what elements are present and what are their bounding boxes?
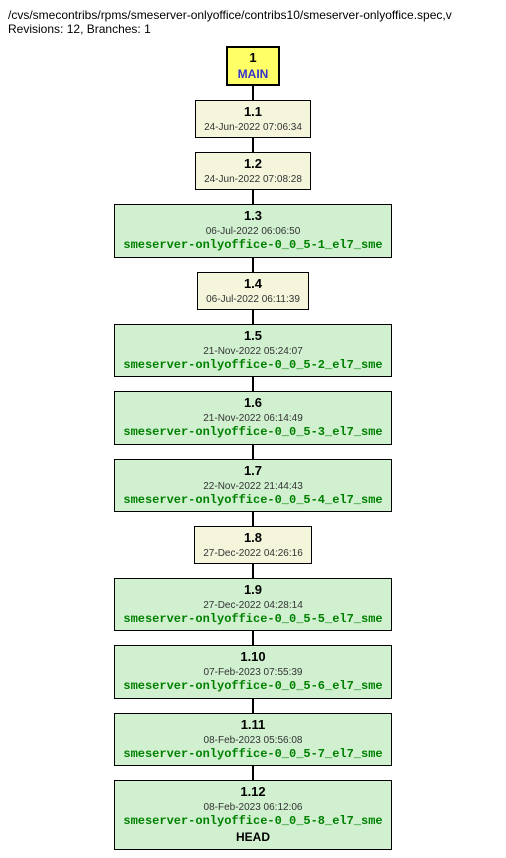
connector-line [252, 631, 254, 645]
connector-line [252, 699, 254, 713]
header-path: /cvs/smecontribs/rpms/smeserver-onlyoffi… [8, 8, 452, 22]
revision-tag: smeserver-onlyoffice-0_0_5-1_el7_sme [123, 238, 382, 254]
revision-node[interactable]: 1.306-Jul-2022 06:06:50smeserver-onlyoff… [114, 204, 391, 257]
header-revisions-label: Revisions: [8, 22, 63, 36]
main-branch-node[interactable]: 1 MAIN [226, 46, 281, 86]
revision-number: 1.10 [123, 649, 382, 666]
revision-date: 21-Nov-2022 05:24:07 [123, 345, 382, 358]
revision-date: 07-Feb-2023 07:55:39 [123, 666, 382, 679]
connector-line [252, 766, 254, 780]
revision-number: 1.5 [123, 328, 382, 345]
revision-date: 21-Nov-2022 06:14:49 [123, 412, 382, 425]
revision-head-label: HEAD [123, 830, 382, 846]
revision-date: 22-Nov-2022 21:44:43 [123, 480, 382, 493]
connector-line [252, 445, 254, 459]
revision-tag: smeserver-onlyoffice-0_0_5-5_el7_sme [123, 612, 382, 628]
connector-line [252, 86, 254, 100]
revision-tree: 1 MAIN 1.124-Jun-2022 07:06:341.224-Jun-… [8, 46, 498, 850]
revision-tag: smeserver-onlyoffice-0_0_5-6_el7_sme [123, 679, 382, 695]
header-revisions-count: 12 [67, 22, 80, 36]
revision-number: 1.2 [204, 156, 302, 173]
main-branch-number: 1 [238, 50, 269, 67]
revision-number: 1.4 [206, 276, 300, 293]
revision-date: 08-Feb-2023 06:12:06 [123, 801, 382, 814]
main-branch-wrap: 1 MAIN [226, 46, 281, 86]
revision-node[interactable]: 1.406-Jul-2022 06:11:39 [197, 272, 309, 310]
revision-date: 24-Jun-2022 07:06:34 [204, 121, 302, 134]
revision-number: 1.7 [123, 463, 382, 480]
revision-node[interactable]: 1.1007-Feb-2023 07:55:39smeserver-onlyof… [114, 645, 391, 698]
revision-tag: smeserver-onlyoffice-0_0_5-2_el7_sme [123, 358, 382, 374]
revision-number: 1.6 [123, 395, 382, 412]
connector-line [252, 310, 254, 324]
revision-node[interactable]: 1.124-Jun-2022 07:06:34 [195, 100, 311, 138]
revision-number: 1.3 [123, 208, 382, 225]
revision-node[interactable]: 1.1108-Feb-2023 05:56:08smeserver-onlyof… [114, 713, 391, 766]
connector-line [252, 512, 254, 526]
revision-date: 27-Dec-2022 04:26:16 [203, 547, 303, 560]
revision-number: 1.12 [123, 784, 382, 801]
revision-tag: smeserver-onlyoffice-0_0_5-7_el7_sme [123, 747, 382, 763]
connector-line [252, 377, 254, 391]
revision-tag: smeserver-onlyoffice-0_0_5-8_el7_sme [123, 814, 382, 830]
revision-node[interactable]: 1.927-Dec-2022 04:28:14smeserver-onlyoff… [114, 578, 391, 631]
revision-node[interactable]: 1.722-Nov-2022 21:44:43smeserver-onlyoff… [114, 459, 391, 512]
revision-tag: smeserver-onlyoffice-0_0_5-4_el7_sme [123, 493, 382, 509]
revision-node[interactable]: 1.521-Nov-2022 05:24:07smeserver-onlyoff… [114, 324, 391, 377]
revision-number: 1.9 [123, 582, 382, 599]
revision-date: 08-Feb-2023 05:56:08 [123, 734, 382, 747]
revision-node[interactable]: 1.621-Nov-2022 06:14:49smeserver-onlyoff… [114, 391, 391, 444]
connector-line [252, 190, 254, 204]
main-branch-label: MAIN [238, 67, 269, 83]
revision-date: 06-Jul-2022 06:06:50 [123, 225, 382, 238]
revision-date: 06-Jul-2022 06:11:39 [206, 293, 300, 306]
header: /cvs/smecontribs/rpms/smeserver-onlyoffi… [8, 8, 498, 36]
revision-tag: smeserver-onlyoffice-0_0_5-3_el7_sme [123, 425, 382, 441]
revision-node[interactable]: 1.224-Jun-2022 07:08:28 [195, 152, 311, 190]
connector-line [252, 138, 254, 152]
connector-line [252, 564, 254, 578]
header-branches-count: 1 [144, 22, 151, 36]
revision-number: 1.1 [204, 104, 302, 121]
revision-node[interactable]: 1.1208-Feb-2023 06:12:06smeserver-onlyof… [114, 780, 391, 849]
revision-number: 1.8 [203, 530, 303, 547]
revision-number: 1.11 [123, 717, 382, 734]
header-branches-label: Branches: [87, 22, 141, 36]
connector-line [252, 258, 254, 272]
revision-node[interactable]: 1.827-Dec-2022 04:26:16 [194, 526, 312, 564]
revision-date: 27-Dec-2022 04:28:14 [123, 599, 382, 612]
revision-date: 24-Jun-2022 07:08:28 [204, 173, 302, 186]
